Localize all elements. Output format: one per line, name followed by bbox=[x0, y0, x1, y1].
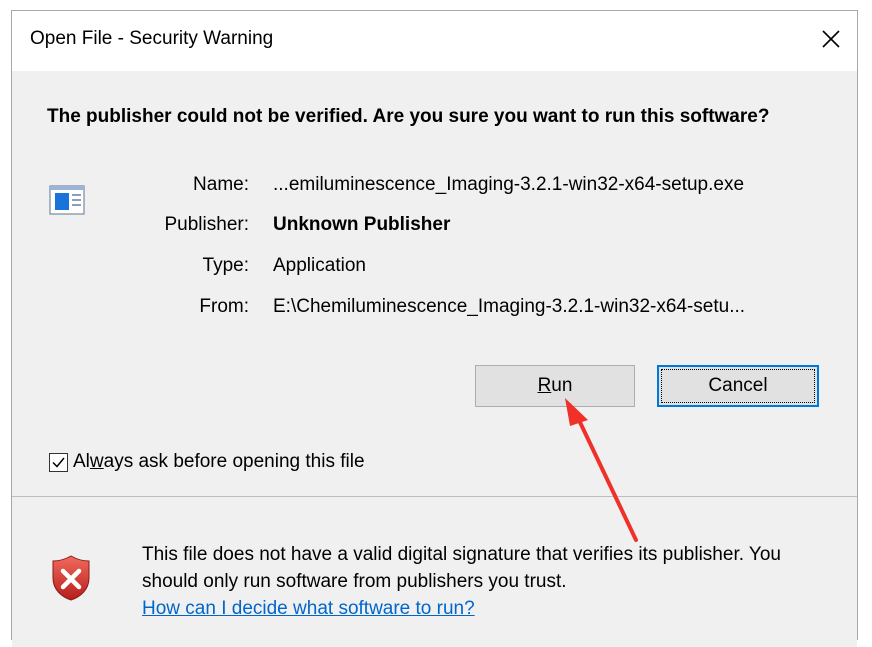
name-label: Name: bbox=[193, 174, 249, 195]
run-label: un bbox=[551, 375, 573, 396]
help-link[interactable]: How can I decide what software to run? bbox=[142, 598, 475, 619]
security-shield-icon bbox=[52, 555, 90, 601]
publisher-question: The publisher could not be verified. Are… bbox=[47, 106, 770, 127]
always-ask-option[interactable]: Always ask before opening this file bbox=[49, 451, 365, 473]
run-button[interactable]: Run bbox=[475, 365, 635, 407]
type-value: Application bbox=[273, 255, 366, 276]
always-ask-label-start: Al bbox=[73, 451, 90, 472]
always-ask-label: Always ask before opening this file bbox=[73, 451, 365, 473]
type-label: Type: bbox=[202, 255, 249, 276]
always-ask-label-end: ays ask before opening this file bbox=[103, 451, 365, 472]
from-value: E:\Chemiluminescence_Imaging-3.2.1-win32… bbox=[273, 296, 746, 317]
always-ask-mnemonic: w bbox=[89, 451, 104, 472]
cancel-label: Cancel bbox=[708, 375, 768, 396]
name-value: ...emiluminescence_Imaging-3.2.1-win32-x… bbox=[273, 174, 745, 195]
signature-warning: This file does not have a valid digital … bbox=[142, 541, 842, 622]
run-mnemonic: R bbox=[537, 375, 552, 396]
cancel-focus-ring: Cancel bbox=[661, 369, 815, 403]
from-label: From: bbox=[199, 296, 249, 317]
publisher-label: Publisher: bbox=[164, 214, 250, 235]
close-button[interactable] bbox=[809, 15, 853, 63]
window-title: Open File - Security Warning bbox=[30, 28, 274, 49]
signature-warning-text: This file does not have a valid digital … bbox=[142, 544, 781, 592]
checkmark-icon bbox=[52, 457, 65, 468]
security-warning-dialog: Open File - Security Warning The publish… bbox=[11, 10, 858, 647]
close-icon bbox=[822, 30, 840, 48]
title-bar: Open File - Security Warning bbox=[12, 11, 857, 71]
cancel-button[interactable]: Cancel bbox=[657, 365, 819, 407]
publisher-value: Unknown Publisher bbox=[273, 214, 451, 235]
always-ask-checkbox[interactable] bbox=[49, 452, 68, 472]
